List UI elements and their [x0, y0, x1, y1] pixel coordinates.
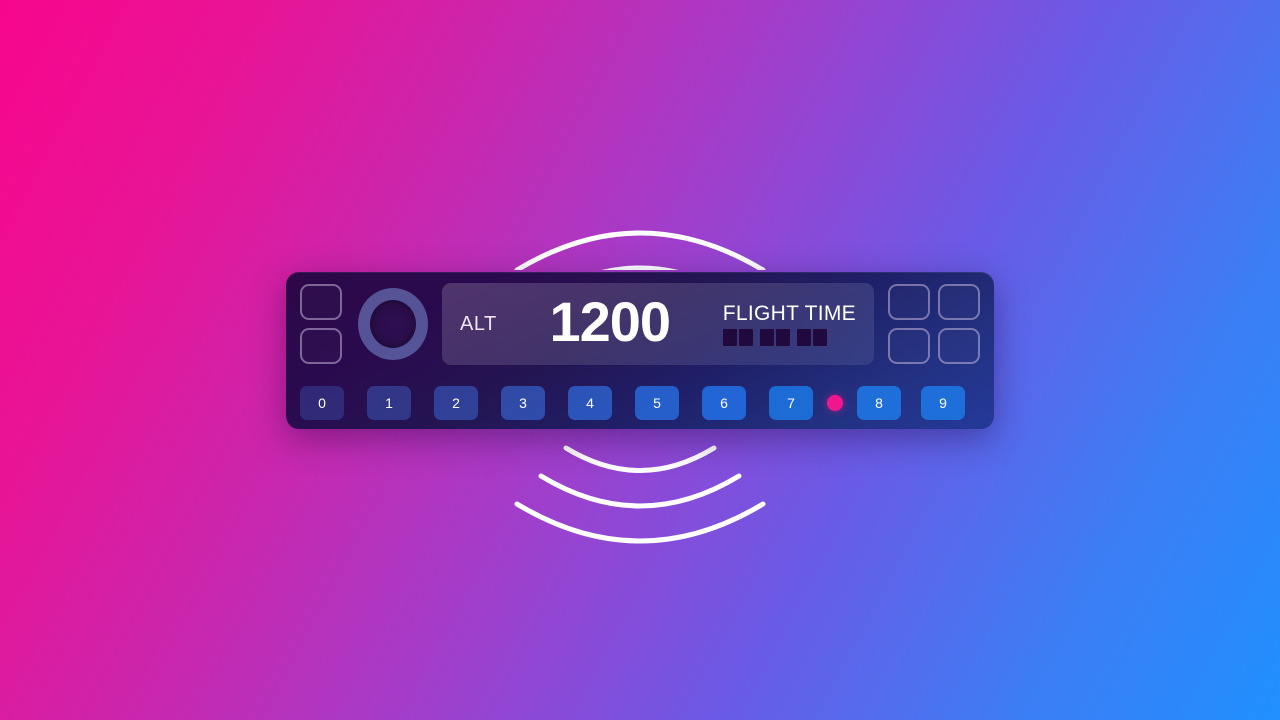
flight-time-segment: [738, 328, 753, 346]
signal-arcs-down-icon: [514, 445, 766, 544]
keypad-key-7[interactable]: 7: [769, 385, 813, 420]
lcd-display: ALT 1200 FLIGHT TIME: [442, 283, 874, 365]
flight-time-label: FLIGHT TIME: [722, 301, 856, 325]
panel-upper-row: ALT 1200 FLIGHT TIME: [286, 272, 994, 376]
flight-time-segment-pair: [796, 328, 827, 346]
flight-time-segment: [759, 328, 774, 346]
flight-time-segment-pair: [759, 328, 790, 346]
altitude-label: ALT: [460, 312, 497, 335]
flight-time-segment: [775, 328, 790, 346]
left-button-group: [300, 284, 342, 364]
remote-controller-panel: ALT 1200 FLIGHT TIME 01234567 89: [286, 272, 994, 429]
keypad-key-8[interactable]: 8: [857, 385, 901, 420]
left-button-2[interactable]: [300, 328, 342, 364]
status-led: [827, 394, 843, 411]
right-button-3[interactable]: [888, 328, 930, 364]
rotary-knob[interactable]: [358, 288, 428, 360]
keypad-key-9[interactable]: 9: [921, 385, 965, 420]
flight-time-segment-pair: [722, 328, 753, 346]
keypad-key-1[interactable]: 1: [367, 385, 411, 420]
keypad-key-6[interactable]: 6: [702, 385, 746, 420]
flight-time-segment: [812, 328, 827, 346]
right-button-2[interactable]: [938, 284, 980, 320]
altitude-value: 1200: [549, 290, 671, 353]
flight-time-block: FLIGHT TIME: [722, 301, 856, 346]
keypad-key-5[interactable]: 5: [635, 385, 679, 420]
numeric-keypad: 01234567 89: [286, 376, 994, 429]
flight-time-segments: [722, 328, 827, 346]
keypad-key-3[interactable]: 3: [501, 385, 545, 420]
left-button-1[interactable]: [300, 284, 342, 320]
keypad-key-0[interactable]: 0: [300, 385, 344, 420]
right-button-1[interactable]: [888, 284, 930, 320]
keypad-key-4[interactable]: 4: [568, 385, 612, 420]
screenshot-root: ALT 1200 FLIGHT TIME 01234567 89: [0, 0, 1280, 720]
flight-time-segment: [722, 328, 737, 346]
right-button-4[interactable]: [938, 328, 980, 364]
signal-arcs-up-icon: [514, 230, 766, 270]
keypad-key-2[interactable]: 2: [434, 385, 478, 420]
flight-time-segment: [796, 328, 811, 346]
right-button-group: [888, 284, 980, 364]
